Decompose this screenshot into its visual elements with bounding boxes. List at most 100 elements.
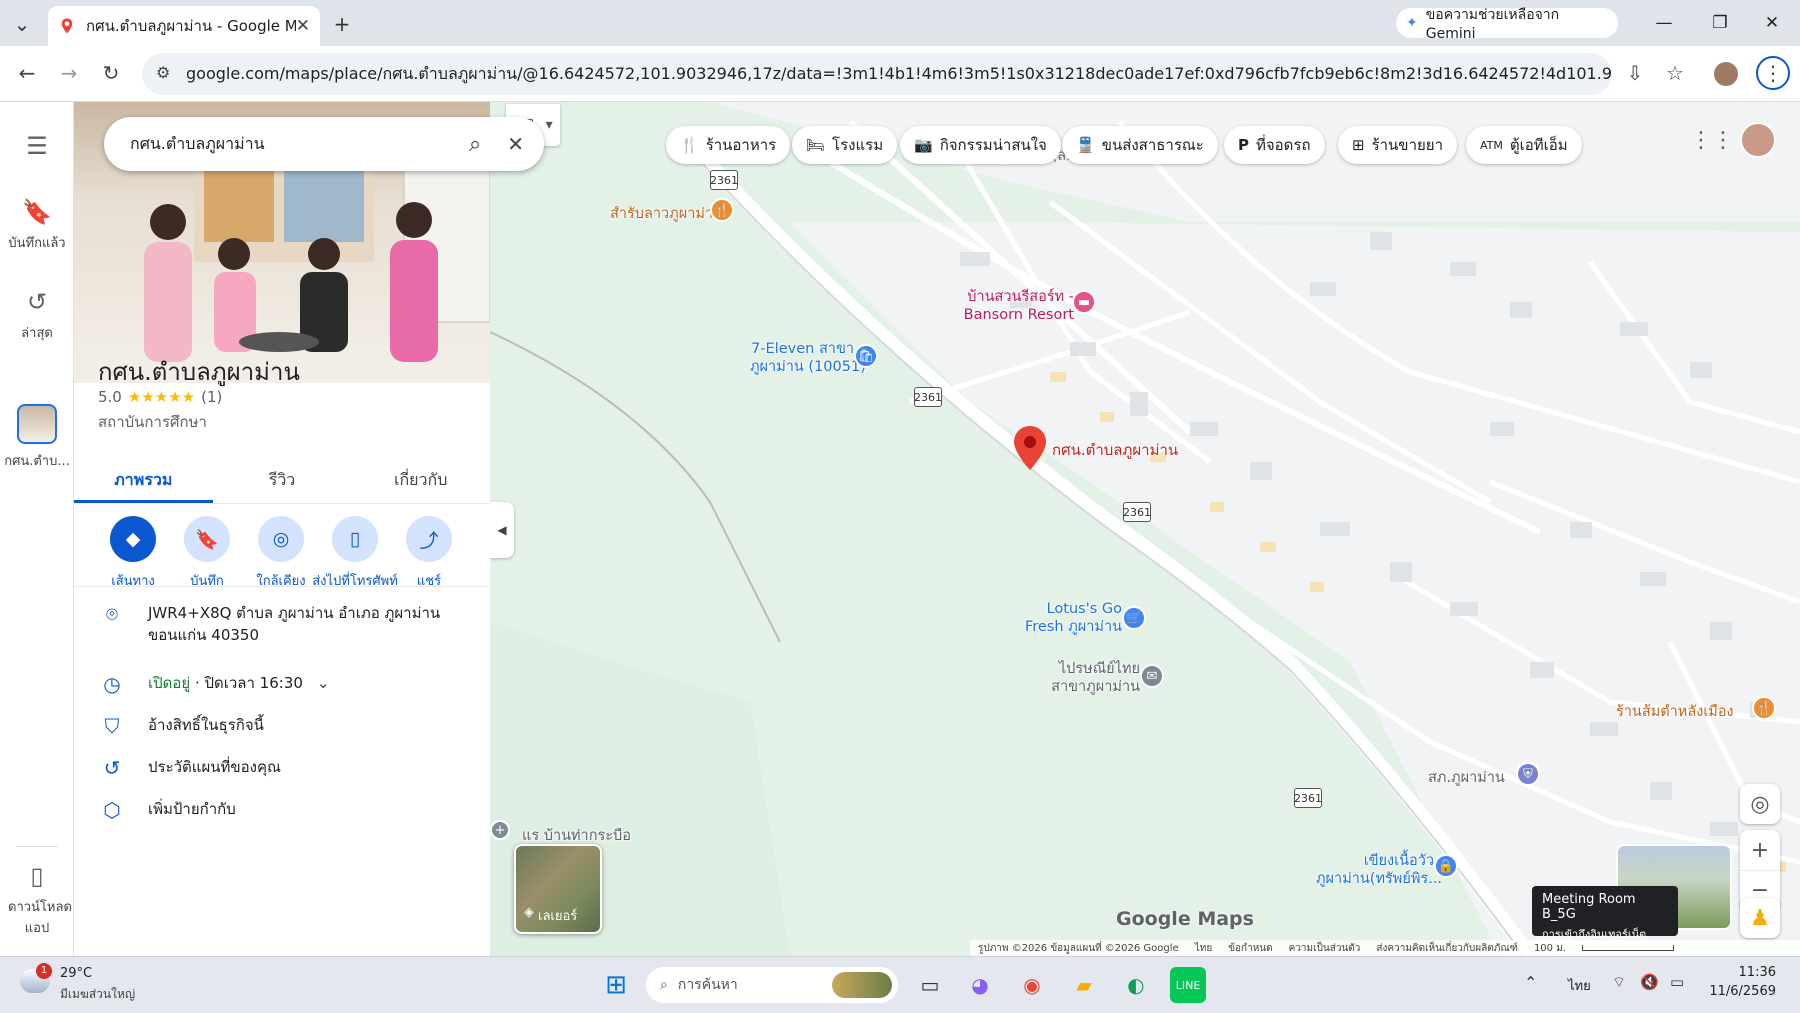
recent-place-item[interactable]: กศน.ตำบ... xyxy=(0,404,74,471)
clock-time[interactable]: 11:36 xyxy=(1712,965,1776,980)
address-bar-row: ← → ↻ ⚙ google.com/maps/place/กศน.ตำบลภู… xyxy=(0,46,1800,102)
start-windows-icon[interactable]: ⊞ xyxy=(598,967,634,1003)
shopping-icon[interactable]: 🛍 xyxy=(854,344,878,368)
close-tab-icon[interactable]: ✕ xyxy=(296,16,310,36)
tray-chevron-up-icon[interactable]: ⌃ xyxy=(1524,973,1537,992)
tab-about[interactable]: เกี่ยวกับ xyxy=(351,454,490,503)
volume-muted-icon[interactable]: 🔇 xyxy=(1640,973,1659,991)
selected-place-label[interactable]: กศน.ตำบลภูผาม่าน xyxy=(1052,438,1178,462)
chip-parking[interactable]: P ที่จอดรถ xyxy=(1224,126,1325,164)
scale-label[interactable]: 100 ม. xyxy=(1534,941,1566,956)
download-app-nav[interactable]: ▯ ดาวน์โหลดแอป xyxy=(0,862,74,938)
map-canvas[interactable]: 2361 2361 2361 2361 23 รู้อำเภอภูผาม่าน(… xyxy=(490,102,1800,956)
add-label-row[interactable]: ⬡ เพิ่มป้ายกำกับ xyxy=(74,798,490,822)
weather-badge: 1 xyxy=(36,963,52,979)
chip-things-to-do[interactable]: 📷 กิจกรรมน่าสนใจ xyxy=(900,126,1061,164)
rating-row[interactable]: 5.0 ★★★★★ (1) xyxy=(98,388,222,406)
poi-label[interactable]: Lotus's Go Fresh ภูผาม่าน xyxy=(1010,600,1122,636)
saved-nav[interactable]: 🔖 บันทึกแล้ว xyxy=(0,198,74,253)
restaurant-icon[interactable]: 🍴 xyxy=(710,198,734,222)
language-link[interactable]: ไทย xyxy=(1195,941,1212,956)
review-count[interactable]: (1) xyxy=(201,388,222,406)
share-icon: ⤴ xyxy=(406,516,452,562)
search-input[interactable]: กศน.ตำบลภูผาม่าน xyxy=(130,132,469,157)
clear-search-icon[interactable]: ✕ xyxy=(507,132,524,156)
profile-avatar[interactable] xyxy=(1714,62,1738,86)
poi-label[interactable]: บ้านสวนรีสอร์ท - Bansorn Resort xyxy=(962,288,1074,324)
task-view-icon[interactable]: ▭ xyxy=(912,967,948,1003)
taskbar-search[interactable]: ⌕ การค้นหา xyxy=(646,967,898,1003)
chrome-icon[interactable]: ◉ xyxy=(1014,967,1050,1003)
forward-icon[interactable]: → xyxy=(52,56,86,90)
shopping-cart-icon[interactable]: 🛒 xyxy=(1122,606,1146,630)
shop-icon[interactable]: 🔒 xyxy=(1434,854,1458,878)
poi-label[interactable]: ไปรษณีย์ไทย สาขาภูผาม่าน xyxy=(1038,660,1140,696)
poi-label[interactable]: สภ.ภูผาม่าน xyxy=(1428,766,1505,789)
menu-icon[interactable]: ☰ xyxy=(0,132,74,166)
language-indicator[interactable]: ไทย xyxy=(1568,975,1591,996)
police-icon[interactable]: ⛨ xyxy=(1516,762,1540,786)
restaurant-icon[interactable]: 🍴 xyxy=(1752,696,1776,720)
edge-icon[interactable]: ◐ xyxy=(1118,967,1154,1003)
terms-link[interactable]: ข้อกำหนด xyxy=(1228,941,1272,956)
address-row[interactable]: ⌾ JWR4+X8Q ตำบล ภูผาม่าน อำเภอ ภูผาม่าน ข… xyxy=(74,602,490,646)
install-app-icon[interactable]: ⇩ xyxy=(1618,56,1652,90)
chip-transit[interactable]: 🚆 ขนส่งสาธารณะ xyxy=(1062,126,1218,164)
site-info-icon[interactable]: ⚙ xyxy=(156,63,170,82)
wifi-icon[interactable]: ⌔ xyxy=(1612,973,1626,992)
chevron-down-icon[interactable]: ⌄ xyxy=(317,674,330,692)
zoom-in-icon[interactable]: + xyxy=(1740,830,1780,870)
collapse-panel-button[interactable]: ◀ xyxy=(490,502,514,558)
new-tab-button[interactable]: + xyxy=(328,10,356,38)
tab-reviews[interactable]: รีวิว xyxy=(213,454,352,503)
poi-label[interactable]: เขียงเนื้อวัว ภูผาม่าน(ทรัพย์พิร... xyxy=(1316,852,1442,888)
poi-label[interactable]: สำรับลาวภูผาม่าน xyxy=(610,202,723,225)
file-explorer-icon[interactable]: ▰ xyxy=(1066,967,1102,1003)
clock-date[interactable]: 11/6/2569 xyxy=(1704,984,1776,999)
reload-icon[interactable]: ↻ xyxy=(94,56,128,90)
chip-restaurants[interactable]: 🍴 ร้านอาหาร xyxy=(666,126,791,164)
gemini-button[interactable]: ✦ ขอความช่วยเหลือจาก Gemini xyxy=(1396,7,1618,42)
line-icon[interactable]: LINE xyxy=(1170,967,1206,1003)
search-icon[interactable]: ⌕ xyxy=(469,132,481,157)
bookmark-star-icon[interactable]: ☆ xyxy=(1658,56,1692,90)
active-tab[interactable]: กศน.ตำบลภูผาม่าน - Google Maps ✕ xyxy=(48,6,320,46)
temperature[interactable]: 29°C xyxy=(60,966,92,981)
layers-button[interactable]: ◈ เลเยอร์ xyxy=(514,844,602,934)
url-field[interactable]: ⚙ google.com/maps/place/กศน.ตำบลภูผาม่าน… xyxy=(142,53,1612,95)
address-text: JWR4+X8Q ตำบล ภูผาม่าน อำเภอ ภูผาม่าน ขอ… xyxy=(148,604,441,644)
copilot-icon[interactable]: ◕ xyxy=(962,967,998,1003)
hotel-icon[interactable]: ▬ xyxy=(1072,290,1096,314)
search-box[interactable]: กศน.ตำบลภูผาม่าน ⌕ ✕ xyxy=(104,117,544,171)
place-category[interactable]: สถาบันการศึกษา xyxy=(98,410,207,434)
recent-nav[interactable]: ↺ ล่าสุด xyxy=(0,288,74,343)
tab-list-chevron-icon[interactable]: ⌄ xyxy=(8,10,36,38)
chip-hotels[interactable]: 🛏 โรงแรม xyxy=(792,126,898,164)
account-avatar[interactable] xyxy=(1740,122,1776,158)
add-label-text: เพิ่มป้ายกำกับ xyxy=(148,800,236,818)
pegman-icon[interactable]: ♟ xyxy=(1740,898,1780,938)
place-marker-icon[interactable] xyxy=(1014,426,1046,470)
close-window-icon[interactable]: ✕ xyxy=(1752,8,1792,38)
mail-icon[interactable]: ✉ xyxy=(1140,664,1164,688)
poi-label[interactable]: 7-Eleven สาขา ภูผาม่าน (10051) xyxy=(750,340,866,376)
feedback-link[interactable]: ส่งความคิดเห็นเกี่ยวกับผลิตภัณฑ์ xyxy=(1376,941,1518,956)
poi-label[interactable]: ร้านส้มตำหลังเมือง xyxy=(1616,700,1734,723)
restore-icon[interactable]: ❐ xyxy=(1700,8,1740,38)
minimize-icon[interactable]: — xyxy=(1644,8,1684,38)
claim-business-row[interactable]: ⛉ อ้างสิทธิ์ในธุรกิจนี้ xyxy=(74,714,490,738)
map-history-row[interactable]: ↺ ประวัติแผนที่ของคุณ xyxy=(74,756,490,780)
share-button[interactable]: ⤴ แชร์ xyxy=(386,516,472,591)
chip-atm[interactable]: ATM ตู้เอทีเอ็ม xyxy=(1466,126,1582,164)
back-icon[interactable]: ← xyxy=(10,56,44,90)
battery-icon[interactable]: ▭ xyxy=(1670,973,1684,991)
weather-desc[interactable]: มีเมฆส่วนใหญ่ xyxy=(60,985,135,1004)
poi-pin-icon[interactable]: + xyxy=(490,820,510,840)
privacy-link[interactable]: ความเป็นส่วนตัว xyxy=(1289,941,1361,956)
rating-value: 5.0 xyxy=(98,388,122,406)
hours-row[interactable]: ◷ เปิดอยู่ · ปิดเวลา 16:30 ⌄ xyxy=(74,672,490,696)
chip-pharmacy[interactable]: ⊞ ร้านขายยา xyxy=(1338,126,1457,164)
my-location-icon[interactable]: ◎ xyxy=(1740,784,1780,824)
tab-overview[interactable]: ภาพรวม xyxy=(74,454,213,503)
browser-menu-icon[interactable]: ⋮ xyxy=(1756,56,1790,90)
